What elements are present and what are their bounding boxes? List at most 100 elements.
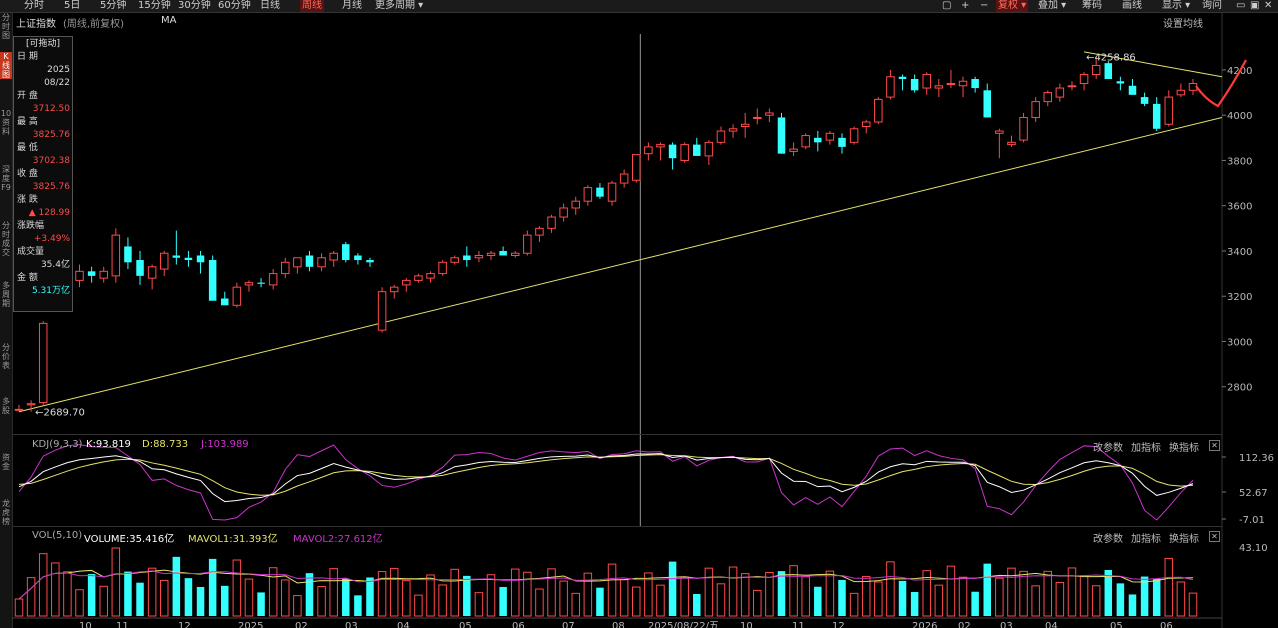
volume-bar-up	[111, 547, 121, 617]
candle-body-up	[619, 173, 629, 184]
candle-body-down	[463, 255, 471, 261]
candle-body-up	[801, 135, 810, 148]
candle-body-up	[1079, 73, 1089, 85]
volume-bar-up	[1164, 557, 1174, 617]
volume-bar-up	[486, 574, 496, 617]
volume-bar-up	[861, 576, 871, 617]
panel-divider[interactable]	[12, 526, 1222, 527]
candle-body-up	[1055, 87, 1065, 98]
x-tick-label: 2025	[238, 621, 263, 628]
candle-body-down	[124, 246, 132, 263]
volume-bar-up	[389, 567, 399, 617]
volume-bar-up	[886, 561, 895, 617]
volume-bar-down	[983, 563, 991, 616]
x-tick-label: 06	[512, 621, 525, 628]
candle-body-up	[644, 146, 653, 155]
candle-body-up	[1019, 116, 1028, 141]
high-label: ←4258.86	[1086, 53, 1136, 64]
volume-bar-up	[1067, 567, 1077, 617]
panel-divider[interactable]	[12, 434, 1222, 435]
candle-body-up	[523, 234, 532, 254]
candle-body-up	[293, 257, 302, 268]
volume-bar-down	[257, 592, 265, 616]
volume-bar-up	[571, 592, 580, 617]
y-tick-label: 4000	[1227, 111, 1252, 122]
kdj-add-indicator-button[interactable]: 加指标	[1131, 439, 1161, 454]
volume-bar-up	[547, 568, 556, 617]
volume-bar-up	[1176, 581, 1186, 617]
volume-bar-up	[535, 588, 544, 617]
volume-bar-down	[596, 587, 604, 616]
kdj-axis-label: 112.36	[1239, 453, 1274, 464]
candle-body-up	[510, 252, 520, 256]
drag-handle[interactable]: [可拖动]	[14, 37, 72, 51]
candle-body-down	[184, 257, 193, 261]
candle-body-down	[499, 250, 507, 256]
kdj-j-value: J:103.989	[201, 439, 249, 450]
mavol1-line	[18, 569, 1194, 600]
kdj-edit-params-button[interactable]: 改参数	[1093, 439, 1123, 454]
vol-name: VOL(5,10)	[32, 530, 83, 541]
candle-body-up	[147, 266, 157, 279]
volume-bar-up	[293, 595, 302, 617]
x-tick-label: 10	[740, 621, 753, 628]
volume-bar-up	[680, 576, 689, 617]
data-window-value: 3702.38	[32, 156, 70, 166]
vol-switch-indicator-button[interactable]: 换指标	[1169, 530, 1199, 545]
volume-bar-down	[366, 577, 374, 616]
data-window[interactable]: [可拖动] 日 期 2025 08/22 开 盘 3712.50 最 高 3825.76 最…	[13, 36, 73, 312]
volume-bar-up	[789, 565, 798, 617]
volume-bar-down	[184, 578, 193, 616]
volume-bar-up	[510, 568, 520, 617]
vol-mavol2-value: MAVOL2:27.612亿	[293, 534, 383, 545]
volume-bar-down	[305, 573, 314, 616]
x-tick-label: 04	[1045, 621, 1058, 628]
data-window-label: 开 盘	[17, 91, 38, 101]
kdj-close-icon[interactable]: ✕	[1209, 440, 1220, 451]
volume-bar-down	[196, 586, 205, 616]
volume-bar-down	[693, 594, 701, 616]
candle-body-down	[1128, 85, 1137, 95]
volume-bar-up	[1091, 585, 1101, 617]
candle-body-down	[983, 90, 991, 118]
volume-bar-down	[814, 586, 822, 616]
vol-add-indicator-button[interactable]: 加指标	[1131, 530, 1161, 545]
candle-body-up	[765, 112, 774, 116]
candle-body-down	[196, 255, 205, 263]
volume-bar-up	[75, 589, 84, 617]
volume-bar-up	[849, 592, 859, 617]
vol-edit-params-button[interactable]: 改参数	[1093, 530, 1123, 545]
candle-body-up	[450, 257, 459, 263]
x-tick-label: 02	[295, 621, 308, 628]
candle-body-up	[704, 141, 714, 157]
volume-bar-up	[753, 589, 762, 617]
x-tick-label: 08	[612, 621, 625, 628]
candle-body-down	[1140, 97, 1149, 104]
volume-bar-up	[1031, 585, 1040, 617]
candle-body-down	[971, 78, 979, 89]
candle-body-up	[159, 252, 169, 270]
volume-bar-up	[1079, 575, 1089, 617]
candle-body-down	[257, 282, 265, 284]
y-tick-label: 3200	[1227, 292, 1252, 303]
vol-close-icon[interactable]: ✕	[1209, 531, 1220, 542]
volume-bar-up	[51, 562, 60, 617]
x-tick-label: 07	[562, 621, 575, 628]
volume-bar-down	[668, 561, 677, 616]
candle-body-down	[136, 260, 144, 276]
volume-bar-down	[499, 586, 507, 616]
candle-body-up	[438, 261, 447, 275]
x-tick-label: 2025/08/22/五	[648, 621, 719, 628]
kdj-switch-indicator-button[interactable]: 换指标	[1169, 439, 1199, 454]
volume-bar-up	[1019, 570, 1028, 617]
volume-bar-down	[838, 579, 846, 616]
volume-bar-down	[354, 595, 362, 616]
volume-bar-up	[1043, 570, 1053, 617]
volume-bar-up	[874, 581, 883, 617]
volume-bar-up	[716, 583, 726, 617]
candle-body-up	[99, 270, 108, 279]
data-window-rows: 日 期 2025 08/22 开 盘 3712.50 最 高 3825.76 最 低 3702…	[14, 51, 72, 298]
candle-body-up	[728, 128, 738, 132]
candle-body-down	[305, 255, 314, 267]
candle-body-down	[898, 76, 907, 79]
